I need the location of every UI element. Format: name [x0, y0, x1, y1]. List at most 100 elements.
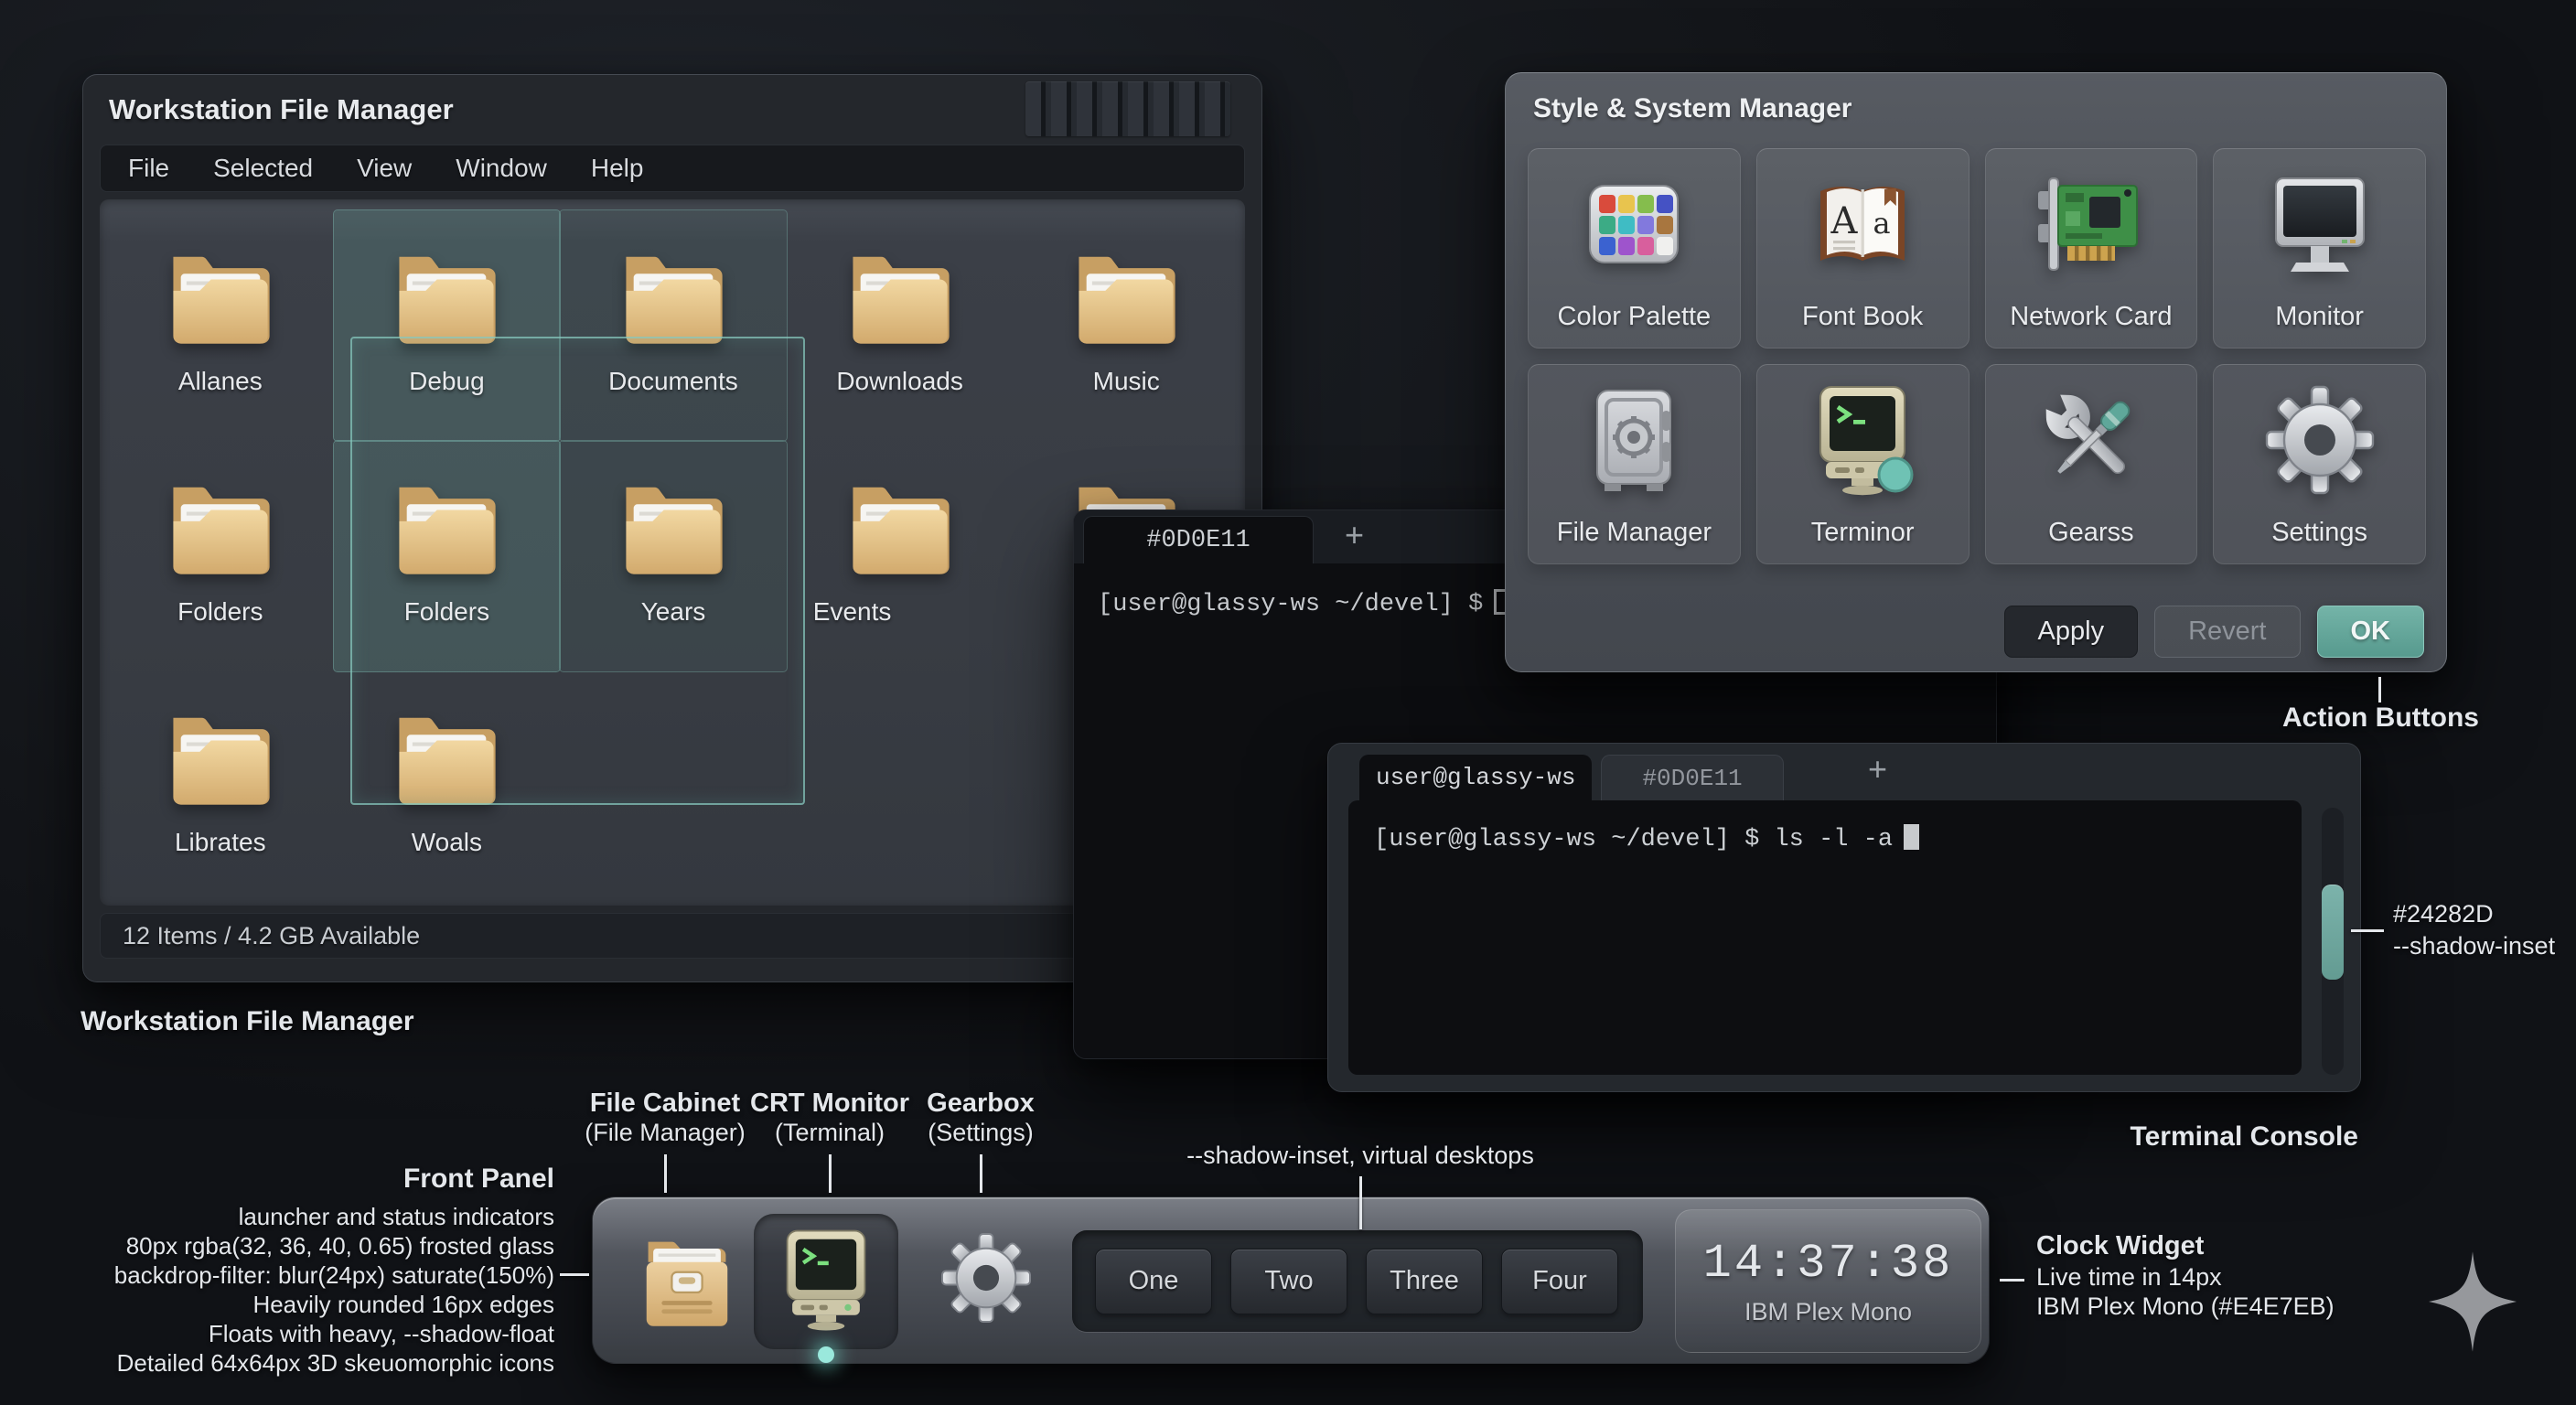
folder-item[interactable]: Woals: [334, 671, 561, 902]
terminal-console-window: user@glassy-ws #0D0E11 + [user@glassy-ws…: [1327, 743, 2361, 1092]
front-panel-callout-line: [560, 1273, 589, 1276]
folder-item[interactable]: Debug: [334, 210, 561, 441]
desktop-button[interactable]: Two: [1230, 1249, 1347, 1314]
folder-label: Documents: [608, 367, 738, 396]
terminal-prompt: [user@glassy-ws ~/devel] $ ls -l -a: [1374, 826, 1893, 853]
virtual-desktop-pager: One Two Three Four: [1072, 1230, 1643, 1332]
desktop-button[interactable]: Four: [1501, 1249, 1618, 1314]
terminal-tabbar: user@glassy-ws #0D0E11: [1328, 744, 2360, 800]
file-manager-menubar: File Selected View Window Help: [100, 145, 1245, 192]
settings-tile[interactable]: File Manager: [1528, 364, 1741, 564]
front-panel-annotation-line: Heavily rounded 16px edges: [46, 1290, 554, 1319]
terminal-tab[interactable]: user@glassy-ws: [1359, 755, 1592, 800]
menu-item[interactable]: Selected: [213, 154, 313, 183]
settings-tile[interactable]: Network Card: [1985, 148, 2198, 349]
menu-item[interactable]: Help: [591, 154, 644, 183]
crt-terminal-icon: [1804, 381, 1921, 503]
terminal-launcher-active[interactable]: [754, 1214, 898, 1349]
crt-monitor-icon: [772, 1223, 880, 1341]
tile-label: Terminor: [1811, 518, 1915, 548]
terminal-tab[interactable]: #0D0E11: [1601, 755, 1783, 800]
folder-item[interactable]: Music: [1013, 210, 1240, 441]
folder-item[interactable]: Downloads: [787, 210, 1014, 441]
menu-item[interactable]: File: [128, 154, 169, 183]
folder-label: Music: [1093, 367, 1160, 396]
settings-tile[interactable]: Monitor: [2213, 148, 2426, 349]
gear-icon: [2261, 381, 2378, 503]
scrollbar-annotation: #24282D --shadow-inset: [2393, 898, 2555, 962]
file-manager-caption: Workstation File Manager: [80, 1006, 414, 1037]
ok-button[interactable]: OK: [2317, 606, 2425, 658]
settings-tile[interactable]: A a Font Book: [1756, 148, 1970, 349]
clock-widget[interactable]: 14:37:38 IBM Plex Mono: [1675, 1209, 1981, 1353]
folder-label: Years: [641, 597, 706, 627]
dock-icon-annotation: Gearbox (Settings): [866, 1089, 1095, 1193]
file-cabinet-launcher[interactable]: [633, 1225, 741, 1341]
fontbook-icon: A a: [1804, 166, 1921, 287]
folder-item[interactable]: Allanes: [107, 210, 334, 441]
folder-icon: [613, 472, 734, 586]
folder-label: Events: [813, 597, 892, 627]
settings-tile[interactable]: Color Palette: [1528, 148, 1741, 349]
titlebar-grip-ridges: [1025, 81, 1230, 136]
tile-label: Color Palette: [1558, 302, 1712, 332]
settings-launcher[interactable]: [938, 1227, 1035, 1334]
folder-grid: Allanes Debug Documents: [107, 210, 1240, 902]
folder-icon: [840, 472, 961, 586]
sparkle-icon: [2429, 1340, 2517, 1356]
folder-item[interactable]: Years: [560, 441, 787, 671]
settings-tile[interactable]: Settings: [2213, 364, 2426, 564]
front-panel-annotation-title: Front Panel: [46, 1164, 554, 1195]
terminal-screen[interactable]: [user@glassy-ws ~/devel] $ ls -l -a: [1348, 800, 2302, 1075]
tile-label: Settings: [2271, 518, 2367, 548]
dock-callout-line: [980, 1154, 982, 1193]
tile-label: Network Card: [2010, 302, 2172, 332]
folder-label: Folders: [177, 597, 263, 627]
folder-item[interactable]: Folders: [334, 441, 561, 671]
clock-font-label: IBM Plex Mono: [1744, 1298, 1912, 1326]
folder-icon: [1066, 241, 1186, 356]
front-panel-annotation-line: launcher and status indicators: [46, 1202, 554, 1231]
menu-item[interactable]: View: [357, 154, 412, 183]
folder-item[interactable]: Events: [787, 441, 1014, 671]
front-panel-annotation-line: backdrop-filter: blur(24px) saturate(150…: [46, 1260, 554, 1290]
action-buttons-callout-line: [2378, 677, 2381, 702]
tools-icon: [2033, 381, 2150, 503]
folder-label: Debug: [409, 367, 485, 396]
folder-item[interactable]: Folders: [107, 441, 334, 671]
revert-button[interactable]: Revert: [2154, 606, 2300, 658]
tile-label: File Manager: [1557, 518, 1712, 548]
front-panel-annotation-line: 80px rgba(32, 36, 40, 0.65) frosted glas…: [46, 1231, 554, 1260]
settings-tile[interactable]: Terminor: [1756, 364, 1970, 564]
menu-item[interactable]: Window: [456, 154, 547, 183]
terminal-tab[interactable]: #0D0E11: [1083, 516, 1314, 563]
scrollbar-thumb[interactable]: [2322, 885, 2344, 980]
folder-icon: [160, 241, 281, 356]
desktop-button[interactable]: One: [1095, 1249, 1212, 1314]
front-panel-annotation: Front Panel launcher and status indicato…: [46, 1164, 554, 1378]
clock-annotation-line: Live time in 14px: [2036, 1262, 2334, 1292]
settings-tile[interactable]: Gearss: [1985, 364, 2198, 564]
desktop: Workstation File Manager File Selected V…: [0, 0, 2576, 1405]
pager-annotation: --shadow-inset, virtual desktops: [1086, 1142, 1635, 1170]
apply-button[interactable]: Apply: [2004, 606, 2139, 658]
folder-icon: [386, 472, 507, 586]
folder-icon: [840, 241, 961, 356]
folder-item[interactable]: Librates: [107, 671, 334, 902]
terminal-console-caption: Terminal Console: [2104, 1121, 2358, 1153]
desktop-button[interactable]: Three: [1366, 1249, 1483, 1314]
file-cabinet-icon: [633, 1325, 741, 1340]
tile-label: Monitor: [2275, 302, 2364, 332]
status-text: 12 Items / 4.2 GB Available: [123, 922, 420, 950]
file-manager-titlebar[interactable]: Workstation File Manager: [83, 75, 1261, 145]
clock-callout-line: [2000, 1279, 2024, 1282]
folder-label: Librates: [175, 828, 266, 857]
gear-icon: [938, 1317, 1035, 1333]
new-tab-button[interactable]: +: [1868, 753, 1887, 789]
new-tab-button[interactable]: +: [1345, 519, 1364, 555]
action-buttons-annotation: Action Buttons: [2250, 702, 2511, 734]
folder-item[interactable]: Documents: [560, 210, 787, 441]
palette-icon: [1575, 166, 1692, 287]
dock-annotation-title: Gearbox: [866, 1089, 1095, 1119]
scrollbar-callout-line: [2351, 929, 2384, 932]
